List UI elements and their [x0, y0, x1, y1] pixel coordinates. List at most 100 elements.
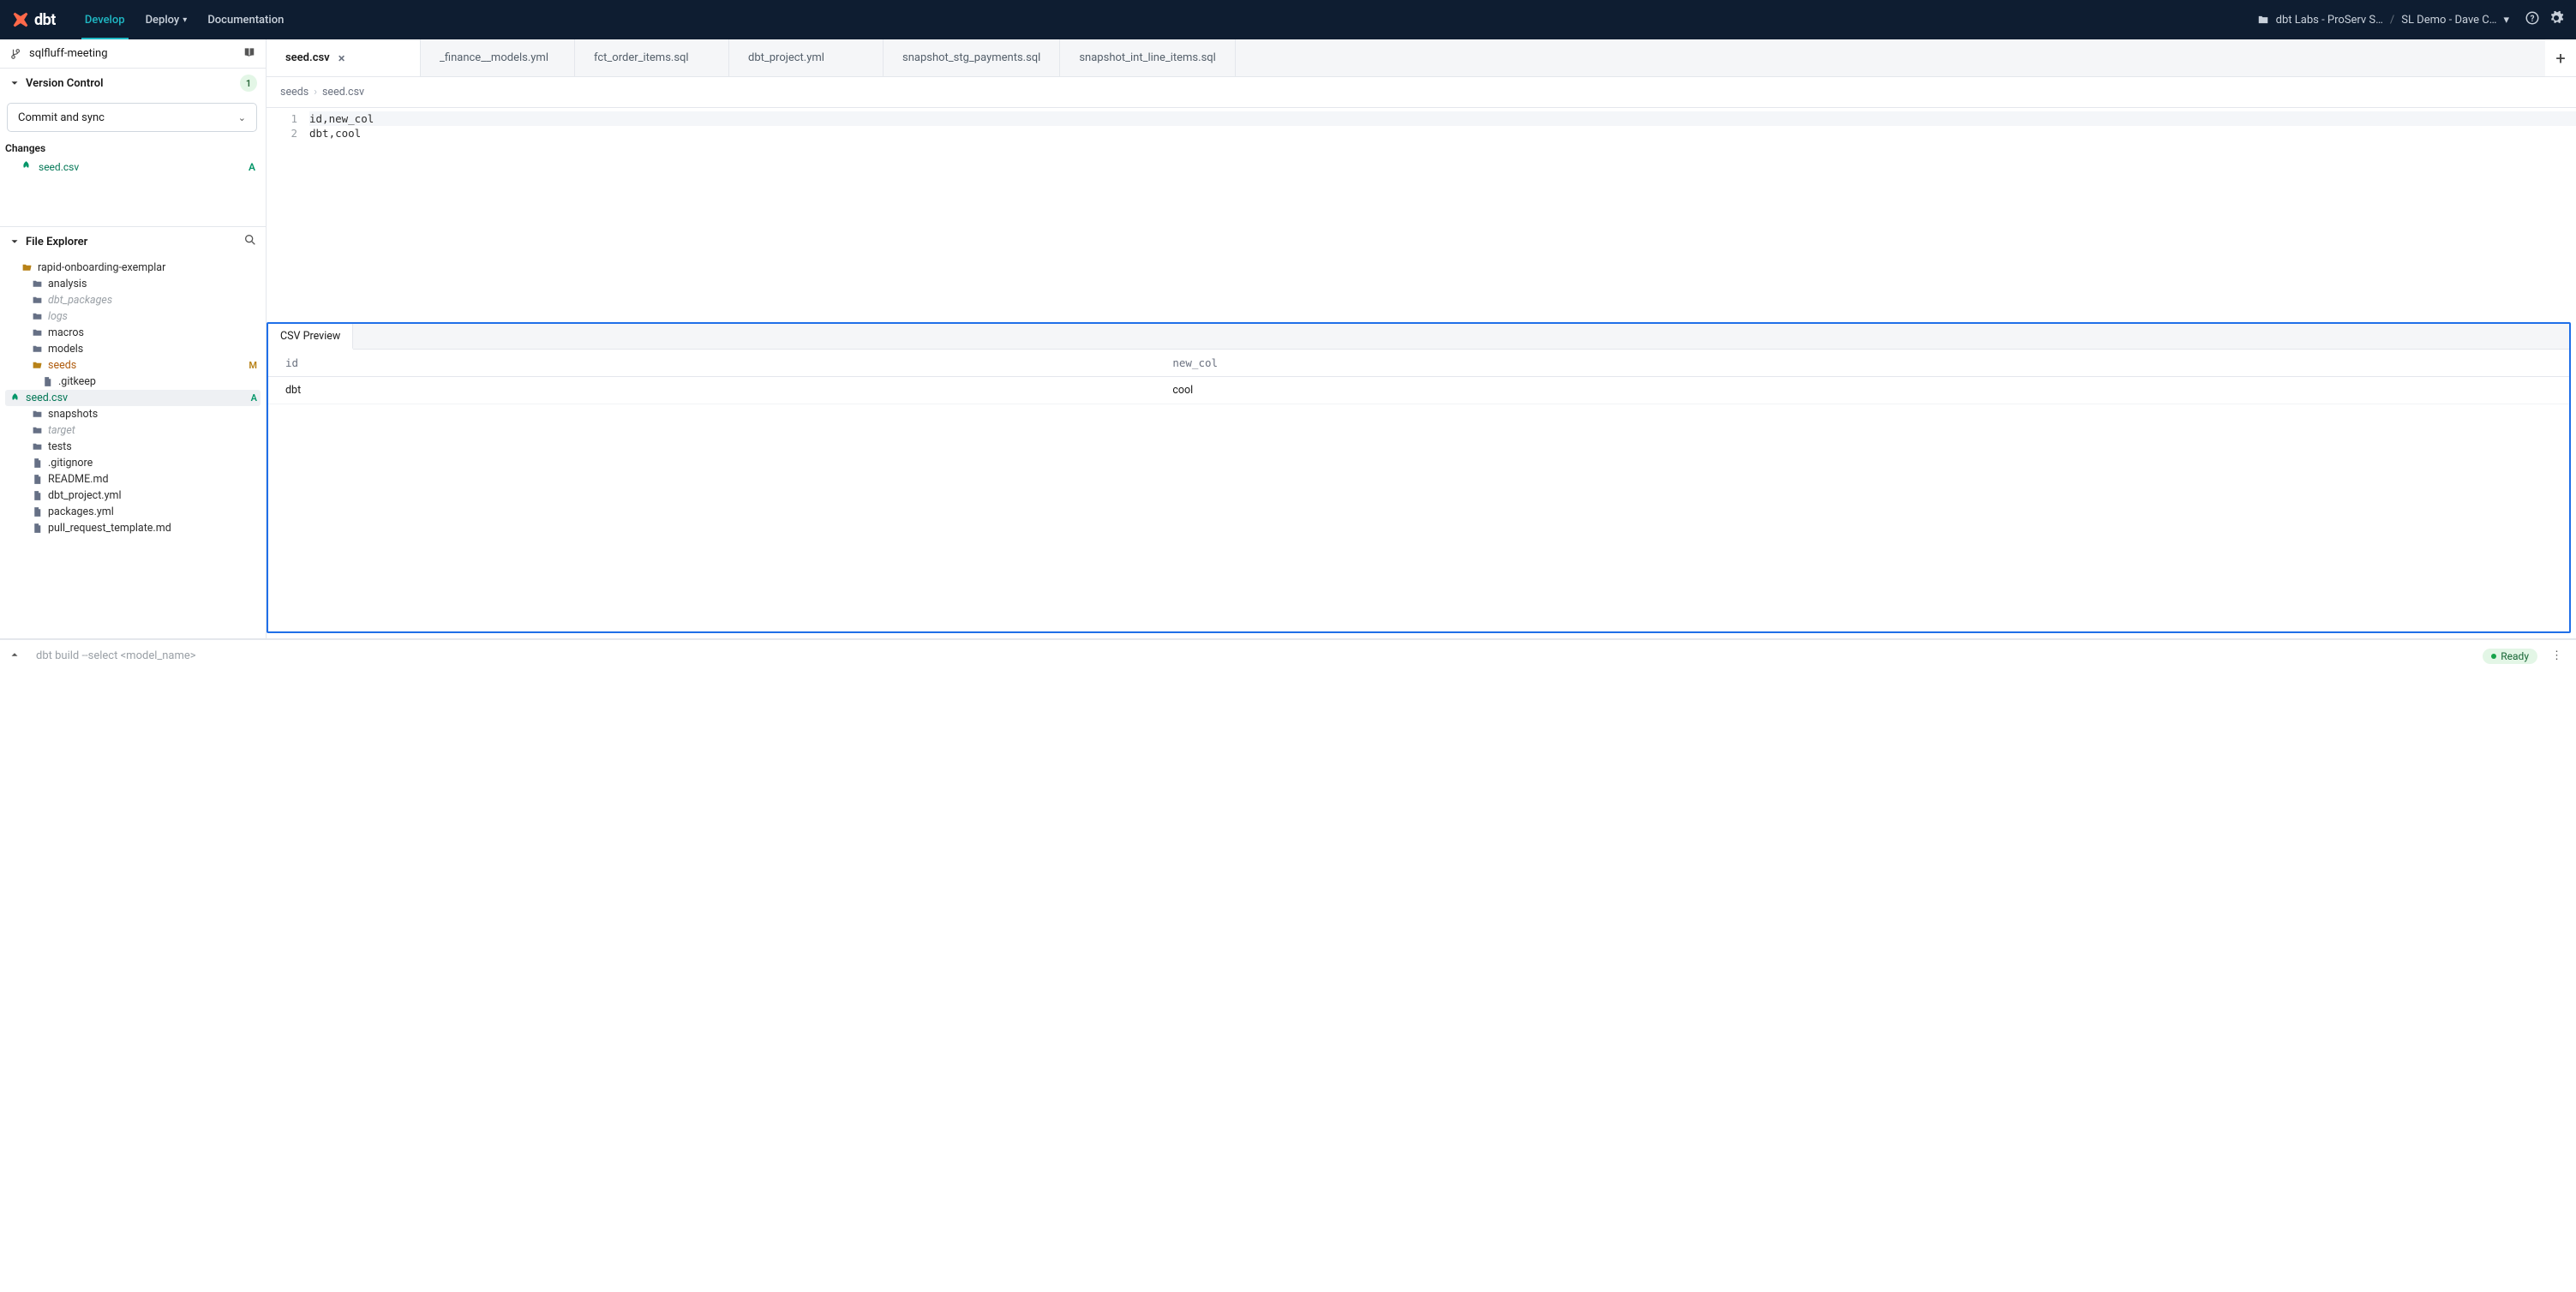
branch-name: sqlfluff-meeting	[29, 47, 108, 60]
commit-sync-button[interactable]: Commit and sync ⌄	[7, 103, 257, 132]
table-cell: dbt	[268, 377, 1155, 404]
file-explorer-title: File Explorer	[26, 236, 87, 248]
expand-icon[interactable]	[9, 649, 21, 664]
chevron-down-icon	[9, 236, 21, 248]
tree-item[interactable]: dbt_packages	[0, 292, 266, 308]
version-control-title: Version Control	[26, 77, 103, 90]
dbt-logo[interactable]: dbt	[12, 11, 56, 29]
tree-item[interactable]: seed.csvA	[5, 390, 261, 406]
docs-icon[interactable]	[243, 46, 255, 62]
tree-item-label: target	[48, 424, 75, 437]
table-header: new_col	[1155, 350, 2569, 377]
tree-item[interactable]: rapid-onboarding-exemplar	[0, 260, 266, 276]
editor-tab[interactable]: dbt_project.yml	[729, 39, 884, 76]
folder-icon	[31, 327, 43, 338]
status-badge: A	[249, 161, 255, 173]
tree-item[interactable]: logs	[0, 308, 266, 325]
tree-item[interactable]: .gitignore	[0, 455, 266, 471]
status-badge: M	[249, 360, 257, 371]
tree-item[interactable]: README.md	[0, 471, 266, 487]
seed-icon	[9, 392, 21, 404]
file-explorer-header[interactable]: File Explorer	[0, 227, 266, 256]
editor-tab[interactable]: snapshot_stg_payments.sql	[884, 39, 1060, 76]
nav-documentation[interactable]: Documentation	[197, 0, 294, 39]
editor-tab[interactable]: fct_order_items.sql	[575, 39, 729, 76]
tree-item[interactable]: target	[0, 422, 266, 439]
breadcrumb-parent[interactable]: seeds	[280, 86, 309, 99]
tree-item[interactable]: snapshots	[0, 406, 266, 422]
tree-item-label: .gitignore	[48, 457, 93, 470]
tree-item-label: macros	[48, 326, 84, 339]
tree-item[interactable]: models	[0, 341, 266, 357]
org-path[interactable]: dbt Labs - ProServ S… / SL Demo - Dave C…	[2257, 14, 2509, 27]
command-input[interactable]: dbt build --select <model_name>	[29, 649, 2474, 662]
code-editor[interactable]: 12 id,new_coldbt,cool	[267, 108, 2576, 322]
status-ready-pill: Ready	[2483, 649, 2537, 664]
tree-item[interactable]: tests	[0, 439, 266, 455]
editor-tab[interactable]: seed.csv×	[267, 39, 421, 76]
tree-item-label: tests	[48, 440, 72, 453]
tree-item-label: seed.csv	[26, 392, 68, 404]
tree-item[interactable]: packages.yml	[0, 504, 266, 520]
tab-label: fct_order_items.sql	[594, 51, 689, 64]
table-row: dbtcool	[268, 377, 2569, 404]
dbt-logo-text: dbt	[34, 11, 56, 29]
top-nav: dbt Develop Deploy▾ Documentation dbt La…	[0, 0, 2576, 39]
breadcrumb: seeds › seed.csv	[267, 77, 2576, 108]
tree-item-label: snapshots	[48, 408, 98, 421]
more-icon[interactable]: ⋮	[2546, 649, 2567, 662]
tree-item-label: analysis	[48, 278, 87, 290]
editor-tab[interactable]: snapshot_int_line_items.sql	[1060, 39, 1236, 76]
path-separator: /	[2390, 14, 2394, 27]
status-dot-icon	[2491, 654, 2496, 659]
tree-item[interactable]: analysis	[0, 276, 266, 292]
nav-deploy-label: Deploy	[146, 14, 180, 27]
editor-tab[interactable]: _finance__models.yml	[421, 39, 575, 76]
folder-icon	[31, 344, 43, 355]
folder-icon	[31, 425, 43, 436]
add-tab-button[interactable]: +	[2545, 39, 2576, 76]
command-bar: dbt build --select <model_name> Ready ⋮	[0, 639, 2576, 672]
version-control-header[interactable]: Version Control 1	[0, 69, 266, 98]
preview-tabs: CSV Preview	[268, 324, 2569, 350]
tree-item-label: dbt_packages	[48, 294, 112, 307]
file-icon	[31, 474, 43, 485]
tree-item[interactable]: dbt_project.yml	[0, 487, 266, 504]
tree-item[interactable]: pull_request_template.md	[0, 520, 266, 536]
line-gutter: 12	[267, 111, 309, 322]
change-item[interactable]: seed.csv A	[0, 158, 266, 176]
seed-icon	[21, 160, 32, 174]
git-branch-icon	[10, 48, 22, 60]
chevron-down-icon: ▾	[2503, 14, 2509, 27]
gear-icon[interactable]	[2549, 10, 2564, 29]
tree-item[interactable]: .gitkeep	[0, 374, 266, 390]
folder-open-icon	[21, 262, 33, 273]
nav-links: Develop Deploy▾ Documentation	[75, 0, 294, 39]
tree-item-label: packages.yml	[48, 505, 114, 518]
tree-item[interactable]: macros	[0, 325, 266, 341]
tab-label: _finance__models.yml	[440, 51, 548, 64]
csv-preview-table: idnew_col dbtcool	[268, 350, 2569, 404]
changes-count-badge: 1	[240, 75, 257, 92]
breadcrumb-separator: ›	[314, 86, 317, 99]
sidebar: sqlfluff-meeting Version Control 1 Commi…	[0, 39, 267, 638]
folder-icon	[31, 311, 43, 322]
code-content[interactable]: id,new_coldbt,cool	[309, 111, 2576, 322]
editor-tabs: seed.csv× _finance__models.yml fct_order_i…	[267, 39, 2576, 77]
branch-row[interactable]: sqlfluff-meeting	[0, 39, 266, 69]
nav-develop[interactable]: Develop	[75, 0, 135, 39]
changes-label: Changes	[0, 141, 266, 158]
tree-item-label: rapid-onboarding-exemplar	[38, 261, 165, 274]
nav-deploy[interactable]: Deploy▾	[135, 0, 198, 39]
folder-icon	[31, 409, 43, 420]
change-file-name: seed.csv	[39, 161, 79, 173]
help-icon[interactable]: ?	[2525, 10, 2540, 29]
file-icon	[41, 376, 53, 387]
main-area: seed.csv× _finance__models.yml fct_order_i…	[267, 39, 2576, 638]
tree-item[interactable]: seeds M	[0, 357, 266, 374]
tree-item-label: seeds	[48, 359, 76, 372]
tree-item-label: pull_request_template.md	[48, 522, 171, 535]
csv-preview-tab[interactable]: CSV Preview	[268, 324, 353, 350]
search-icon[interactable]	[243, 233, 257, 250]
close-icon[interactable]: ×	[338, 51, 345, 66]
